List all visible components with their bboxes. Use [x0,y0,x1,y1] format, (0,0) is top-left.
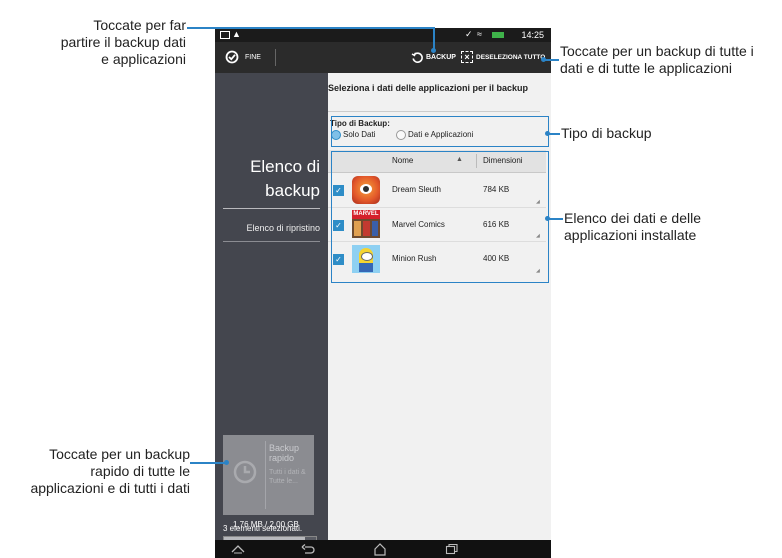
content-heading: Seleziona i dati delle applicazioni per … [328,83,529,93]
battery-icon [492,32,504,38]
callout-dot [431,48,436,53]
annotation-text: Tipo di backup [561,125,652,141]
callout-dot [541,57,546,62]
annotation-quick-backup: Toccate per un backup rapido di tutte le… [2,446,190,497]
deselect-all-icon: × [461,51,473,63]
sidebar-divider-2 [223,241,320,242]
callout-dot [545,216,550,221]
highlight-backup-type [331,116,549,147]
home-icon[interactable] [373,542,387,556]
tablet-screen: ▲ ≈ ✓ 14:25 FINE BACKUP × DESELEZIONA TU… [215,28,551,558]
quick-backup-button[interactable]: Backup rapido Tutti i dati & Tutte le... [223,435,314,515]
warning-icon: ▲ [232,29,241,39]
sidebar-divider [223,208,320,209]
highlight-app-list [331,151,549,283]
callout-line [190,462,226,464]
backup-list-title[interactable]: Elenco di backup [250,155,320,203]
heading-divider [328,111,540,112]
annotation-deselect-all: Toccate per un backup di tutte i dati e … [560,43,782,77]
callout-dot [545,131,550,136]
recent-apps-icon[interactable] [445,543,459,555]
quick-backup-title: Backup rapido [269,443,300,463]
backup-label: BACKUP [426,54,456,61]
quick-backup-sep [265,441,266,509]
annotation-text: applicazioni e di tutti i dati [30,480,190,496]
annotation-backup-type: Tipo di backup [561,125,652,142]
callout-line [187,27,434,29]
navigation-bar [215,540,551,558]
annotation-text: Toccate per un backup di tutte i [560,43,754,59]
status-time: 14:25 [521,30,544,40]
annotation-text: Toccate per un backup [49,446,190,462]
check-circle-icon [225,50,239,64]
notification-icon [220,31,230,39]
annotation-text: partire il backup dati [60,34,186,50]
annotation-text: rapido di tutte le [90,463,190,479]
back-icon[interactable] [301,543,315,555]
annotation-text: Elenco dei dati e delle [564,210,701,226]
callout-line [433,27,435,50]
done-button[interactable]: FINE [219,42,269,73]
callout-dot [224,460,229,465]
actionbar-divider [275,49,276,66]
quick-backup-icon [233,460,257,484]
annotation-text: Toccate per far [93,17,186,33]
quick-backup-subtitle: Tutti i dati & Tutte le... [269,469,306,485]
backup-icon [411,52,423,63]
restore-list-item[interactable]: Elenco di ripristino [246,223,320,233]
deselect-all-label: DESELEZIONA TUTTO [476,54,546,61]
sidebar: Elenco di backup Elenco di ripristino Ba… [215,73,328,542]
done-label: FINE [245,54,261,61]
signal-icon: ✓ [465,29,473,39]
annotation-backup-button: Toccate per far partire il backup dati e… [40,17,186,68]
home-up-icon[interactable] [231,544,245,554]
backup-list-title-line2: backup [265,181,320,200]
annotation-text: dati e di tutte le applicazioni [560,60,732,76]
deselect-all-button[interactable]: × DESELEZIONA TUTTO [461,42,551,73]
backup-list-title-line1: Elenco di [250,157,320,176]
annotation-text: applicazioni installate [564,227,697,243]
annotation-text: e applicazioni [101,51,186,67]
storage-used: 1,76 MB / 2,00 GB [233,520,299,529]
status-bar: ▲ ≈ ✓ 14:25 [215,28,551,42]
action-bar: FINE BACKUP × DESELEZIONA TUTTO [215,42,551,73]
annotation-app-list: Elenco dei dati e delle applicazioni ins… [564,210,701,244]
wifi-icon: ≈ [477,29,482,39]
